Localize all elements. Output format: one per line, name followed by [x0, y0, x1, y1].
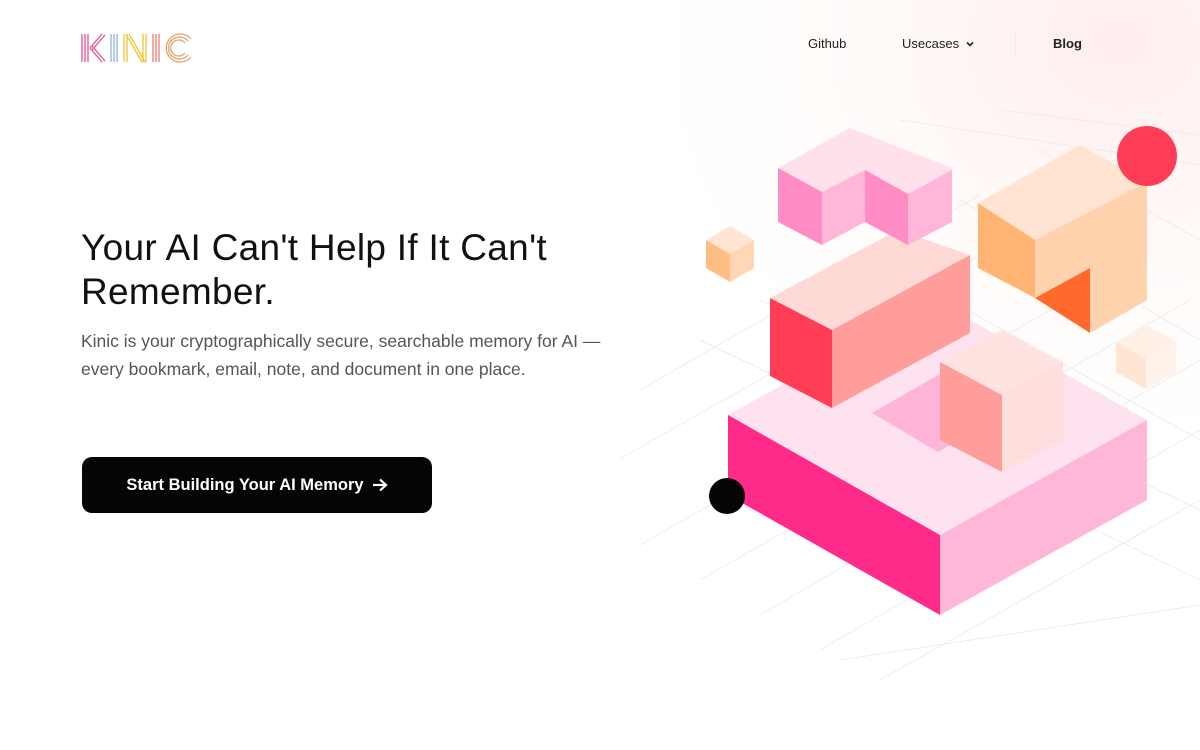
top-navigation: Github Usecases Blog	[0, 32, 1200, 54]
hero-title-line-1: Your AI Can't Help If It Can't	[81, 227, 548, 268]
black-dot	[709, 478, 745, 514]
isometric-blocks-illustration	[620, 109, 1200, 681]
hero-title: Your AI Can't Help If It Can't Remember.	[81, 226, 661, 314]
pink-l-block	[778, 128, 952, 245]
start-building-button[interactable]: Start Building Your AI Memory	[82, 457, 432, 513]
nav-usecases-dropdown[interactable]: Usecases	[902, 34, 975, 54]
hero-title-line-2: Remember.	[81, 271, 275, 312]
hero-subtitle: Kinic is your cryptographically secure, …	[81, 331, 601, 379]
nav-divider	[1015, 32, 1016, 54]
nav-github-link[interactable]: Github	[808, 34, 846, 54]
nav-blog-link[interactable]: Blog	[1053, 34, 1082, 54]
nav-usecases-label: Usecases	[902, 36, 960, 51]
start-building-label: Start Building Your AI Memory	[126, 475, 364, 494]
chevron-down-icon	[966, 41, 974, 47]
peach-l-block	[978, 145, 1147, 333]
arrow-right-icon	[372, 478, 388, 492]
red-dot	[1117, 126, 1177, 186]
small-peach-cube	[706, 226, 754, 282]
